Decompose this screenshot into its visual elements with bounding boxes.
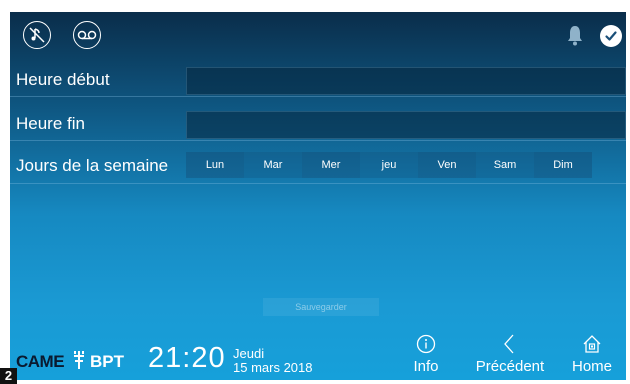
bottom-bar: CAME BPT 21:20 Jeudi 15 mars 2018 Info P…	[10, 328, 626, 380]
home-icon	[583, 335, 601, 353]
day-saturday[interactable]: Sam	[476, 152, 534, 178]
day-sunday[interactable]: Dim	[534, 152, 592, 178]
check-icon[interactable]	[600, 25, 622, 47]
chevron-left-icon	[504, 334, 514, 354]
end-time-label: Heure fin	[16, 114, 85, 133]
previous-label: Précédent	[475, 358, 545, 375]
brand-separator-icon	[74, 351, 84, 369]
start-time-row: Heure début	[10, 63, 626, 97]
day-friday[interactable]: Ven	[418, 152, 476, 178]
weekdays-row: Jours de la semaine Lun Mar Mer jeu Ven …	[10, 148, 626, 184]
save-bar: Sauvegarder	[10, 288, 626, 324]
end-time-field[interactable]	[186, 111, 626, 139]
page-number-badge: 2	[0, 368, 17, 384]
previous-button[interactable]: Précédent	[470, 334, 550, 380]
home-button[interactable]: Home	[566, 334, 618, 380]
save-button[interactable]: Sauvegarder	[263, 298, 379, 316]
weekday-name: Jeudi	[233, 346, 265, 361]
brand-bpt-logo: BPT	[90, 352, 124, 371]
info-button[interactable]: Info	[406, 334, 446, 380]
day-monday[interactable]: Lun	[186, 152, 244, 178]
device-screen: Heure début Heure fin Jours de la semain…	[10, 12, 626, 380]
top-bar	[10, 12, 626, 60]
home-label: Home	[571, 358, 612, 375]
date-text: 15 mars 2018	[233, 360, 313, 375]
row-divider	[10, 96, 626, 97]
brand-came-logo: CAME	[16, 352, 65, 371]
bell-icon[interactable]	[566, 24, 584, 46]
music-mute-icon[interactable]	[23, 21, 51, 49]
weekdays-label: Jours de la semaine	[16, 156, 169, 175]
info-label: Info	[413, 358, 439, 375]
start-time-label: Heure début	[16, 70, 110, 89]
day-wednesday[interactable]: Mer	[302, 152, 360, 178]
weekday-selector: Lun Mar Mer jeu Ven Sam Dim	[186, 152, 592, 178]
day-thursday[interactable]: jeu	[360, 152, 418, 178]
row-divider	[10, 140, 626, 141]
day-tuesday[interactable]: Mar	[244, 152, 302, 178]
row-divider	[10, 183, 626, 184]
end-time-row: Heure fin	[10, 107, 626, 141]
info-icon	[416, 334, 436, 354]
start-time-field[interactable]	[186, 67, 626, 95]
voicemail-icon[interactable]	[73, 21, 101, 49]
clock-time: 21:20	[148, 342, 226, 374]
